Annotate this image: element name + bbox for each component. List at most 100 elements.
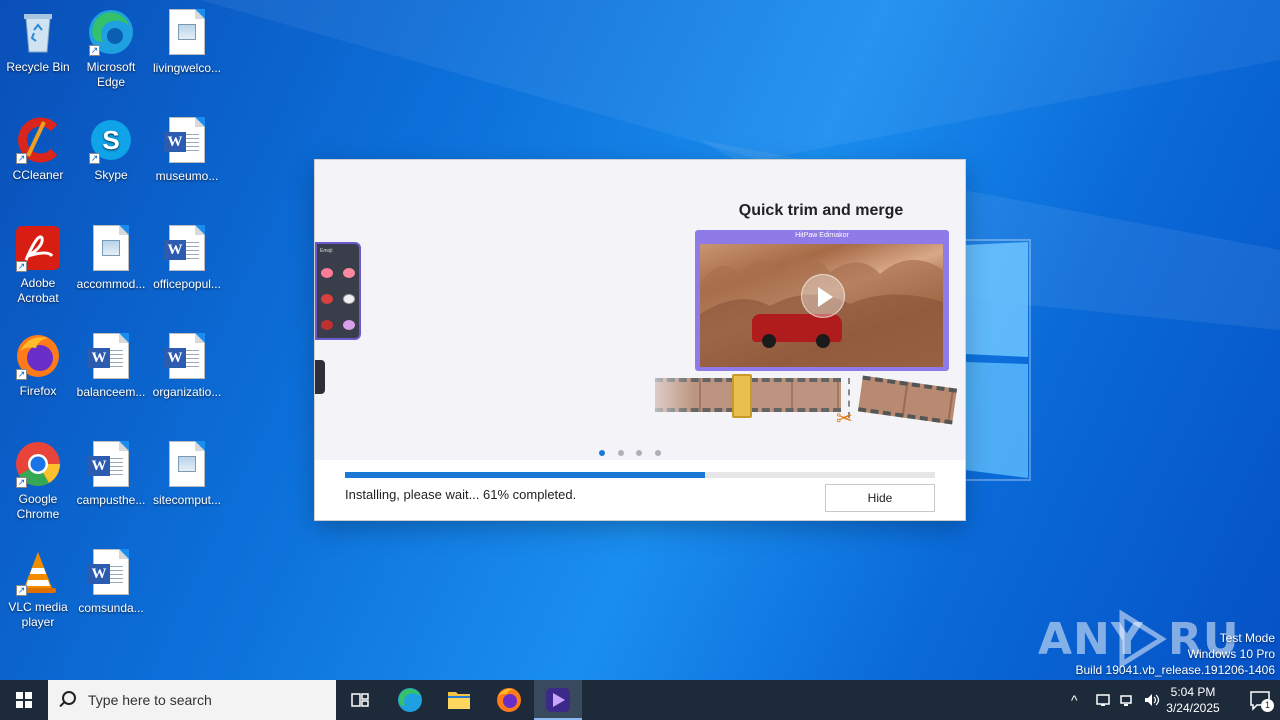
video-frame <box>700 244 943 367</box>
taskbar-firefox-button[interactable] <box>485 680 533 720</box>
desktop-icon-livingwelco[interactable]: livingwelco... <box>149 8 225 76</box>
emoji-panel-label: Emoji <box>320 248 333 254</box>
adobe-acrobat-icon: ↗ <box>14 224 62 272</box>
panel-tab <box>315 360 325 394</box>
desktop-icon-accommod[interactable]: accommod... <box>73 224 149 292</box>
search-icon <box>62 691 76 705</box>
desktop-icon-label: livingwelco... <box>152 61 222 75</box>
recycle-bin-icon <box>14 8 62 56</box>
image-file-icon <box>87 225 135 273</box>
install-progress-bar <box>345 472 935 478</box>
video-preview-card: HitPaw Edimakor <box>695 230 949 371</box>
taskbar-clock[interactable]: 5:04 PM 3/24/2025 <box>1158 684 1228 716</box>
image-file-icon <box>163 9 211 57</box>
desktop-icon-label: accommod... <box>76 277 146 291</box>
video-brand-label: HitPaw Edimakor <box>795 232 849 239</box>
taskbar-edge-button[interactable] <box>386 680 434 720</box>
desktop-icon-balanceem[interactable]: W balanceem... <box>73 332 149 400</box>
taskbar-file-explorer-button[interactable] <box>435 680 483 720</box>
shortcut-arrow-icon: ↗ <box>89 153 100 164</box>
desktop-icon-vlc[interactable]: ↗ VLC media player <box>0 548 76 630</box>
slide-title: Quick trim and merge <box>738 202 904 219</box>
build-text: Build 19041.vb_release.191206-1406 <box>1075 663 1276 677</box>
taskbar-edimakor-button[interactable] <box>534 680 582 720</box>
desktop-icon-officepopul[interactable]: W officepopul... <box>149 224 225 292</box>
folder-icon <box>448 692 470 709</box>
install-progress-fill <box>345 472 705 478</box>
task-view-icon <box>351 693 369 707</box>
desktop-icon-edge[interactable]: ↗ Microsoft Edge <box>73 8 149 90</box>
shortcut-arrow-icon: ↗ <box>16 153 27 164</box>
desktop-icon-label: Skype <box>94 168 128 182</box>
notification-count-badge: 1 <box>1261 699 1274 712</box>
shortcut-arrow-icon: ↗ <box>16 369 27 380</box>
slide-dot[interactable] <box>654 450 661 456</box>
desktop-icon-ccleaner[interactable]: ↗ CCleaner <box>0 116 76 183</box>
start-button[interactable] <box>0 680 48 720</box>
hand-sticker-icon <box>343 294 355 304</box>
word-document-icon: W <box>163 117 211 165</box>
red-car <box>752 314 842 348</box>
word-document-icon: W <box>87 333 135 381</box>
arrow-sticker-icon <box>321 294 333 304</box>
desktop-icon-label: officepopul... <box>153 277 221 291</box>
shortcut-arrow-icon: ↗ <box>16 585 27 596</box>
desktop-icon-label: sitecomput... <box>152 493 222 507</box>
word-document-icon: W <box>87 549 135 597</box>
network-icon[interactable] <box>1119 692 1135 711</box>
clock-time: 5:04 PM <box>1170 685 1216 699</box>
clock-date: 3/24/2025 <box>1166 701 1220 715</box>
slide-dot[interactable] <box>599 450 606 456</box>
show-hidden-icons-chevron-icon[interactable]: ^ <box>1071 692 1078 708</box>
desktop-icon-firefox[interactable]: ↗ Firefox <box>0 332 76 399</box>
word-document-icon: W <box>163 225 211 273</box>
text-sticker-icon <box>321 320 333 330</box>
shortcut-arrow-icon: ↗ <box>16 261 27 272</box>
chrome-icon: ↗ <box>14 440 62 488</box>
installer-window: Emoji Quick trim and merge HitPaw Edimak… <box>315 160 965 520</box>
ring-sticker-icon <box>343 320 355 330</box>
desktop-icon-skype[interactable]: S ↗ Skype <box>73 116 149 183</box>
install-status-text: Installing, please wait... 61% completed… <box>345 487 577 502</box>
desktop-icon-campusthe[interactable]: W campusthe... <box>73 440 149 508</box>
word-document-icon: W <box>163 333 211 381</box>
svg-text:S: S <box>102 125 119 155</box>
hide-button[interactable]: Hide <box>825 484 935 512</box>
desktop-icon-comsunda[interactable]: W comsunda... <box>73 548 149 616</box>
slide-pagination <box>315 443 965 456</box>
tray-app-icon[interactable] <box>1095 692 1111 711</box>
taskbar-search-box[interactable]: Type here to search <box>48 680 336 720</box>
desktop-icon-label: Microsoft Edge <box>86 60 136 89</box>
taskbar: Type here to search ^ 5:04 PM 3/24/2025 … <box>0 680 1280 720</box>
action-center-button[interactable]: 1 <box>1248 688 1274 712</box>
desktop-icon-label: balanceem... <box>76 385 146 399</box>
test-mode-text: Test Mode <box>1219 631 1275 645</box>
desktop-icon-label: VLC media player <box>8 600 68 629</box>
slide-dot[interactable] <box>617 450 624 456</box>
skype-icon: S ↗ <box>87 116 135 164</box>
firefox-icon <box>497 688 521 712</box>
search-placeholder: Type here to search <box>88 692 212 708</box>
cut-filmstrip-segment <box>857 375 958 425</box>
desktop-icon-google-chrome[interactable]: ↗ Google Chrome <box>0 440 76 522</box>
desktop-icon-adobe-acrobat[interactable]: ↗ Adobe Acrobat <box>0 224 76 306</box>
os-version-text: Windows 10 Pro <box>1187 647 1275 661</box>
feature-slide: Emoji Quick trim and merge HitPaw Edimak… <box>315 160 965 460</box>
trim-handle <box>732 374 752 418</box>
desktop-icon-museumo[interactable]: W museumo... <box>149 116 225 184</box>
desktop-icon-label: Google Chrome <box>16 492 60 521</box>
shortcut-arrow-icon: ↗ <box>89 45 100 56</box>
desktop-icon-label: Adobe Acrobat <box>17 276 59 305</box>
edge-icon <box>398 688 422 712</box>
firefox-icon: ↗ <box>14 332 62 380</box>
desktop-icon-organizatio[interactable]: W organizatio... <box>149 332 225 400</box>
heart-sticker-icon <box>321 268 333 278</box>
slide-dot[interactable] <box>636 450 643 456</box>
task-view-button[interactable] <box>336 680 384 720</box>
image-file-icon <box>163 441 211 489</box>
windows-logo-icon <box>16 692 32 708</box>
emoji-panel-illustration: Emoji <box>315 242 361 340</box>
play-button-icon <box>801 274 845 318</box>
desktop-icon-recycle-bin[interactable]: Recycle Bin <box>0 8 76 75</box>
desktop-icon-sitecomput[interactable]: sitecomput... <box>149 440 225 508</box>
